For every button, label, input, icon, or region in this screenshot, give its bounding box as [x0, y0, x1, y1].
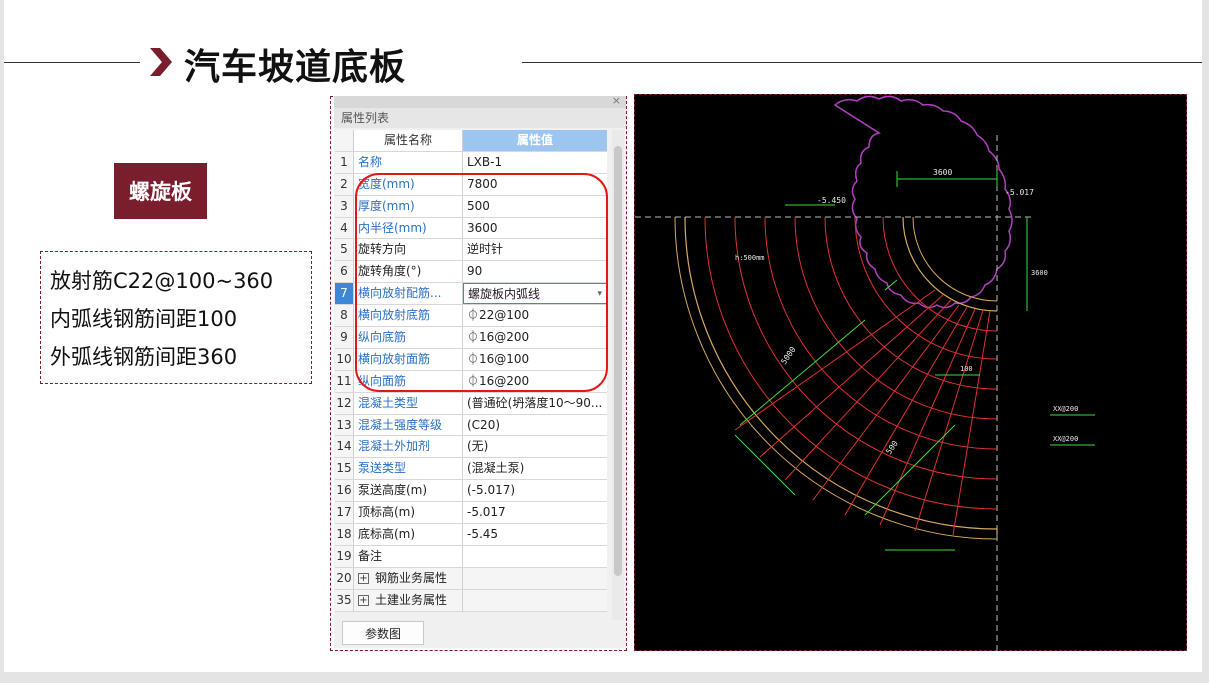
cad-dim-top: 3600	[933, 168, 952, 177]
table-row[interactable]: 15 泵送类型 (混凝土泵)	[335, 458, 607, 481]
note-line: 放射筋C22@100~360	[50, 269, 274, 293]
group-row-rebar[interactable]: 20 + 钢筋业务属性	[335, 567, 607, 590]
table-row[interactable]: 13 混凝土强度等级 (C20)	[335, 414, 607, 437]
category-badge: 螺旋板	[114, 163, 207, 219]
title-rule-left	[4, 62, 140, 63]
table-row[interactable]: 19 备注	[335, 545, 607, 568]
note-line: 内弧线钢筋间距100	[50, 307, 238, 331]
chevron-right-icon	[150, 48, 172, 76]
property-panel: × 属性列表 属性名称 属性值 1 名称 LXB-1 2 宽度(mm) 7800…	[334, 96, 626, 648]
cad-drawing: 3600 -5.450 -5.017 h:500mm 3600 5000 500…	[634, 94, 1187, 652]
cad-dim-b: 500	[884, 439, 900, 456]
param-diagram-button[interactable]: 参数图	[342, 621, 424, 645]
scrollbar-thumb[interactable]	[614, 146, 622, 576]
cad-note-2: XX@200	[1053, 435, 1078, 443]
header-name: 属性名称	[354, 130, 463, 151]
table-row[interactable]: 9 纵向底筋 ⏀16@200	[335, 327, 607, 349]
group-row-civil[interactable]: 35 + 土建业务属性	[335, 589, 607, 612]
cad-dim-side: 3600	[1031, 269, 1048, 277]
cad-elev-right: -5.017	[1005, 188, 1034, 197]
table-row[interactable]: 8 横向放射底筋 ⏀22@100	[335, 305, 607, 328]
cad-h-label: h:500mm	[735, 254, 765, 262]
chevron-down-icon[interactable]: ▾	[597, 284, 602, 303]
cad-drawing-svg: 3600 -5.450 -5.017 h:500mm 3600 5000 500…	[635, 95, 1095, 652]
table-row[interactable]: 11 纵向面筋 ⏀16@200	[335, 370, 607, 393]
table-row[interactable]: 5 旋转方向 逆时针	[335, 239, 607, 262]
rebar-mode-select[interactable]: 螺旋板内弧线 ▾	[463, 283, 607, 305]
grid-header: 属性名称 属性值	[335, 130, 607, 152]
panel-titlebar: ×	[334, 96, 626, 108]
cad-note-1: XX@200	[1053, 405, 1078, 413]
table-row[interactable]: 16 泵送高度(m) (-5.017)	[335, 480, 607, 503]
table-row-selected[interactable]: 7 横向放射配筋... 螺旋板内弧线 ▾	[335, 283, 607, 306]
table-row[interactable]: 18 底标高(m) -5.45	[335, 524, 607, 546]
cad-elev-left: -5.450	[817, 196, 846, 205]
expand-icon[interactable]: +	[358, 572, 369, 584]
table-row[interactable]: 1 名称 LXB-1	[335, 151, 607, 174]
title-rule-right	[522, 62, 1202, 63]
table-row[interactable]: 2 宽度(mm) 7800	[335, 173, 607, 196]
table-row[interactable]: 12 混凝土类型 (普通砼(坍落度10～90...	[335, 392, 607, 415]
cad-spacing: 100	[960, 365, 973, 373]
panel-caption: 属性列表	[334, 108, 626, 128]
note-line: 外弧线钢筋间距360	[50, 345, 238, 369]
rebar-notes: 放射筋C22@100~360 内弧线钢筋间距100 外弧线钢筋间距360	[40, 251, 312, 384]
table-row[interactable]: 10 横向放射面筋 ⏀16@100	[335, 348, 607, 371]
cad-dim-a: 5000	[779, 345, 798, 366]
table-row[interactable]: 6 旋转角度(°) 90	[335, 261, 607, 284]
table-row[interactable]: 3 厚度(mm) 500	[335, 195, 607, 218]
header-value: 属性值	[463, 130, 607, 151]
close-icon[interactable]: ×	[612, 96, 621, 107]
expand-icon[interactable]: +	[358, 594, 369, 606]
table-row[interactable]: 14 混凝土外加剂 (无)	[335, 436, 607, 459]
page-title: 汽车坡道底板	[184, 47, 407, 88]
table-row[interactable]: 4 内半径(mm) 3600	[335, 217, 607, 240]
table-row[interactable]: 17 顶标高(m) -5.017	[335, 502, 607, 525]
property-grid: 属性名称 属性值 1 名称 LXB-1 2 宽度(mm) 7800 3 厚度(m…	[335, 130, 607, 612]
